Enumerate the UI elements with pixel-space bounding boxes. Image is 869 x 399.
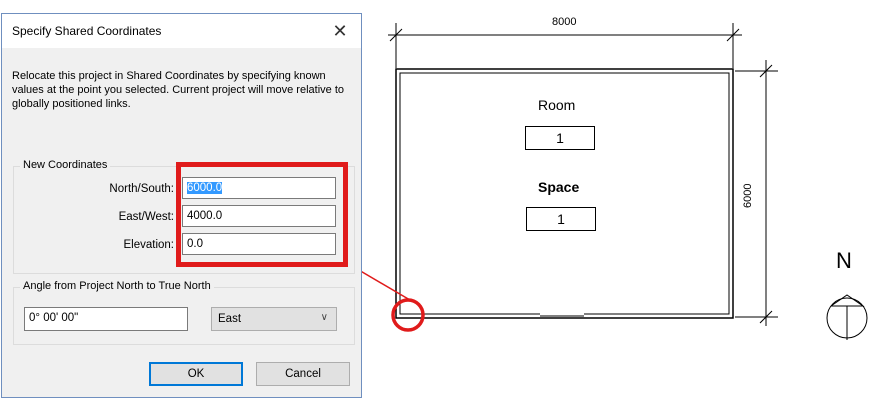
elevation-label: Elevation: <box>123 239 174 251</box>
chevron-down-icon: ∨ <box>320 312 328 323</box>
angle-group-label: Angle from Project North to True North <box>20 280 214 292</box>
dialog-description: Relocate this project in Shared Coordina… <box>12 70 344 110</box>
ok-button[interactable]: OK <box>149 362 243 386</box>
angle-input[interactable]: 0° 00' 00" <box>24 307 188 331</box>
room-number-tag[interactable]: 1 <box>525 126 595 150</box>
direction-select[interactable]: East ∨ <box>211 307 337 331</box>
east-west-label: East/West: <box>118 211 174 223</box>
new-coordinates-group-label: New Coordinates <box>20 159 111 171</box>
dialog-titlebar: Specify Shared Coordinates ✕ <box>2 14 361 48</box>
width-dimension-text: 8000 <box>552 16 576 28</box>
north-label: N <box>836 248 852 273</box>
width-dimension <box>388 23 742 68</box>
cancel-button[interactable]: Cancel <box>256 362 350 386</box>
north-arrow-icon <box>826 294 868 340</box>
north-south-label: North/South: <box>109 183 174 195</box>
dialog-title: Specify Shared Coordinates <box>12 24 162 38</box>
space-number-tag[interactable]: 1 <box>526 207 596 231</box>
coordinates-highlight-box <box>176 162 348 267</box>
space-label: Space <box>538 179 580 195</box>
height-dimension-text: 6000 <box>742 184 754 208</box>
close-icon[interactable]: ✕ <box>325 16 355 46</box>
origin-highlight-circle <box>391 298 425 332</box>
direction-select-value: East <box>218 313 242 325</box>
room-label: Room <box>538 97 576 113</box>
